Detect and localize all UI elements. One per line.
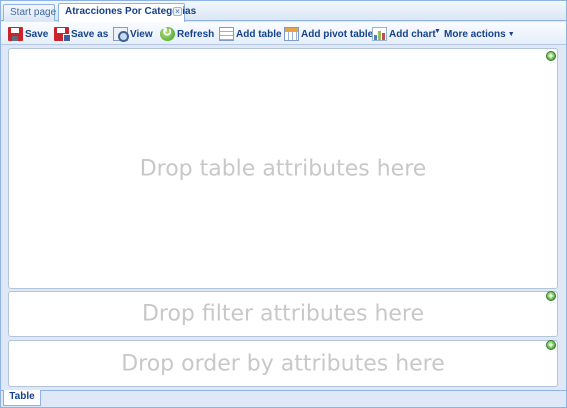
more-actions-label: More actions xyxy=(444,28,506,40)
refresh-label: Refresh xyxy=(177,28,215,40)
report-designer-window: Start page Atracciones Por Categorias × … xyxy=(0,0,567,408)
add-chart-dropdown-icon[interactable]: ▼ xyxy=(434,28,441,35)
refresh-button[interactable]: Refresh xyxy=(160,25,215,42)
pivot-table-icon xyxy=(284,27,299,41)
save-as-label: Save as xyxy=(71,28,109,40)
add-table-button[interactable]: Add table xyxy=(219,26,282,42)
add-icon[interactable]: + xyxy=(546,340,556,350)
bottom-tab-strip: Table xyxy=(1,390,566,407)
save-as-button[interactable]: Save as xyxy=(54,26,108,42)
table-icon xyxy=(219,27,234,41)
add-pivot-table-button[interactable]: Add pivot table xyxy=(284,26,373,42)
tab-atracciones-por-categorias[interactable]: Atracciones Por Categorias × xyxy=(58,3,196,22)
view-icon xyxy=(113,27,129,42)
drop-zone-hint: Drop order by attributes here xyxy=(121,351,445,376)
add-chart-label: Add chart xyxy=(389,28,436,40)
close-icon[interactable]: × xyxy=(173,7,182,16)
add-table-label: Add table xyxy=(236,28,282,40)
refresh-icon xyxy=(160,25,175,41)
drop-zone-hint: Drop filter attributes here xyxy=(141,301,425,327)
drop-zone-hint: Drop table attributes here xyxy=(139,156,427,181)
save-button[interactable]: Save xyxy=(8,26,48,42)
order-attributes-drop-zone[interactable]: Drop order by attributes here xyxy=(8,340,558,387)
chevron-down-icon: ▼ xyxy=(507,30,515,38)
tab-label: Start page xyxy=(10,7,57,18)
tab-strip: Start page Atracciones Por Categorias × xyxy=(1,1,566,22)
save-as-icon xyxy=(54,27,71,42)
table-attributes-drop-zone[interactable]: Drop table attributes here xyxy=(8,48,558,289)
add-chart-button[interactable]: Add chart xyxy=(372,26,436,42)
save-label: Save xyxy=(25,28,49,40)
view-label: View xyxy=(130,28,153,40)
view-button[interactable]: View xyxy=(113,26,153,42)
more-actions-button[interactable]: More actions ▼ xyxy=(444,26,515,42)
add-pivot-table-label: Add pivot table xyxy=(301,28,374,40)
tab-label: Table xyxy=(9,391,35,402)
tab-start-page[interactable]: Start page xyxy=(3,4,57,21)
chart-icon xyxy=(372,27,387,41)
add-icon[interactable]: + xyxy=(546,291,556,301)
add-icon[interactable]: + xyxy=(546,51,556,61)
toolbar: Save Save as View Refresh Add table Add … xyxy=(1,22,566,45)
tab-table[interactable]: Table xyxy=(3,390,41,406)
filter-attributes-drop-zone[interactable]: Drop filter attributes here xyxy=(8,291,558,337)
save-icon xyxy=(8,27,23,41)
